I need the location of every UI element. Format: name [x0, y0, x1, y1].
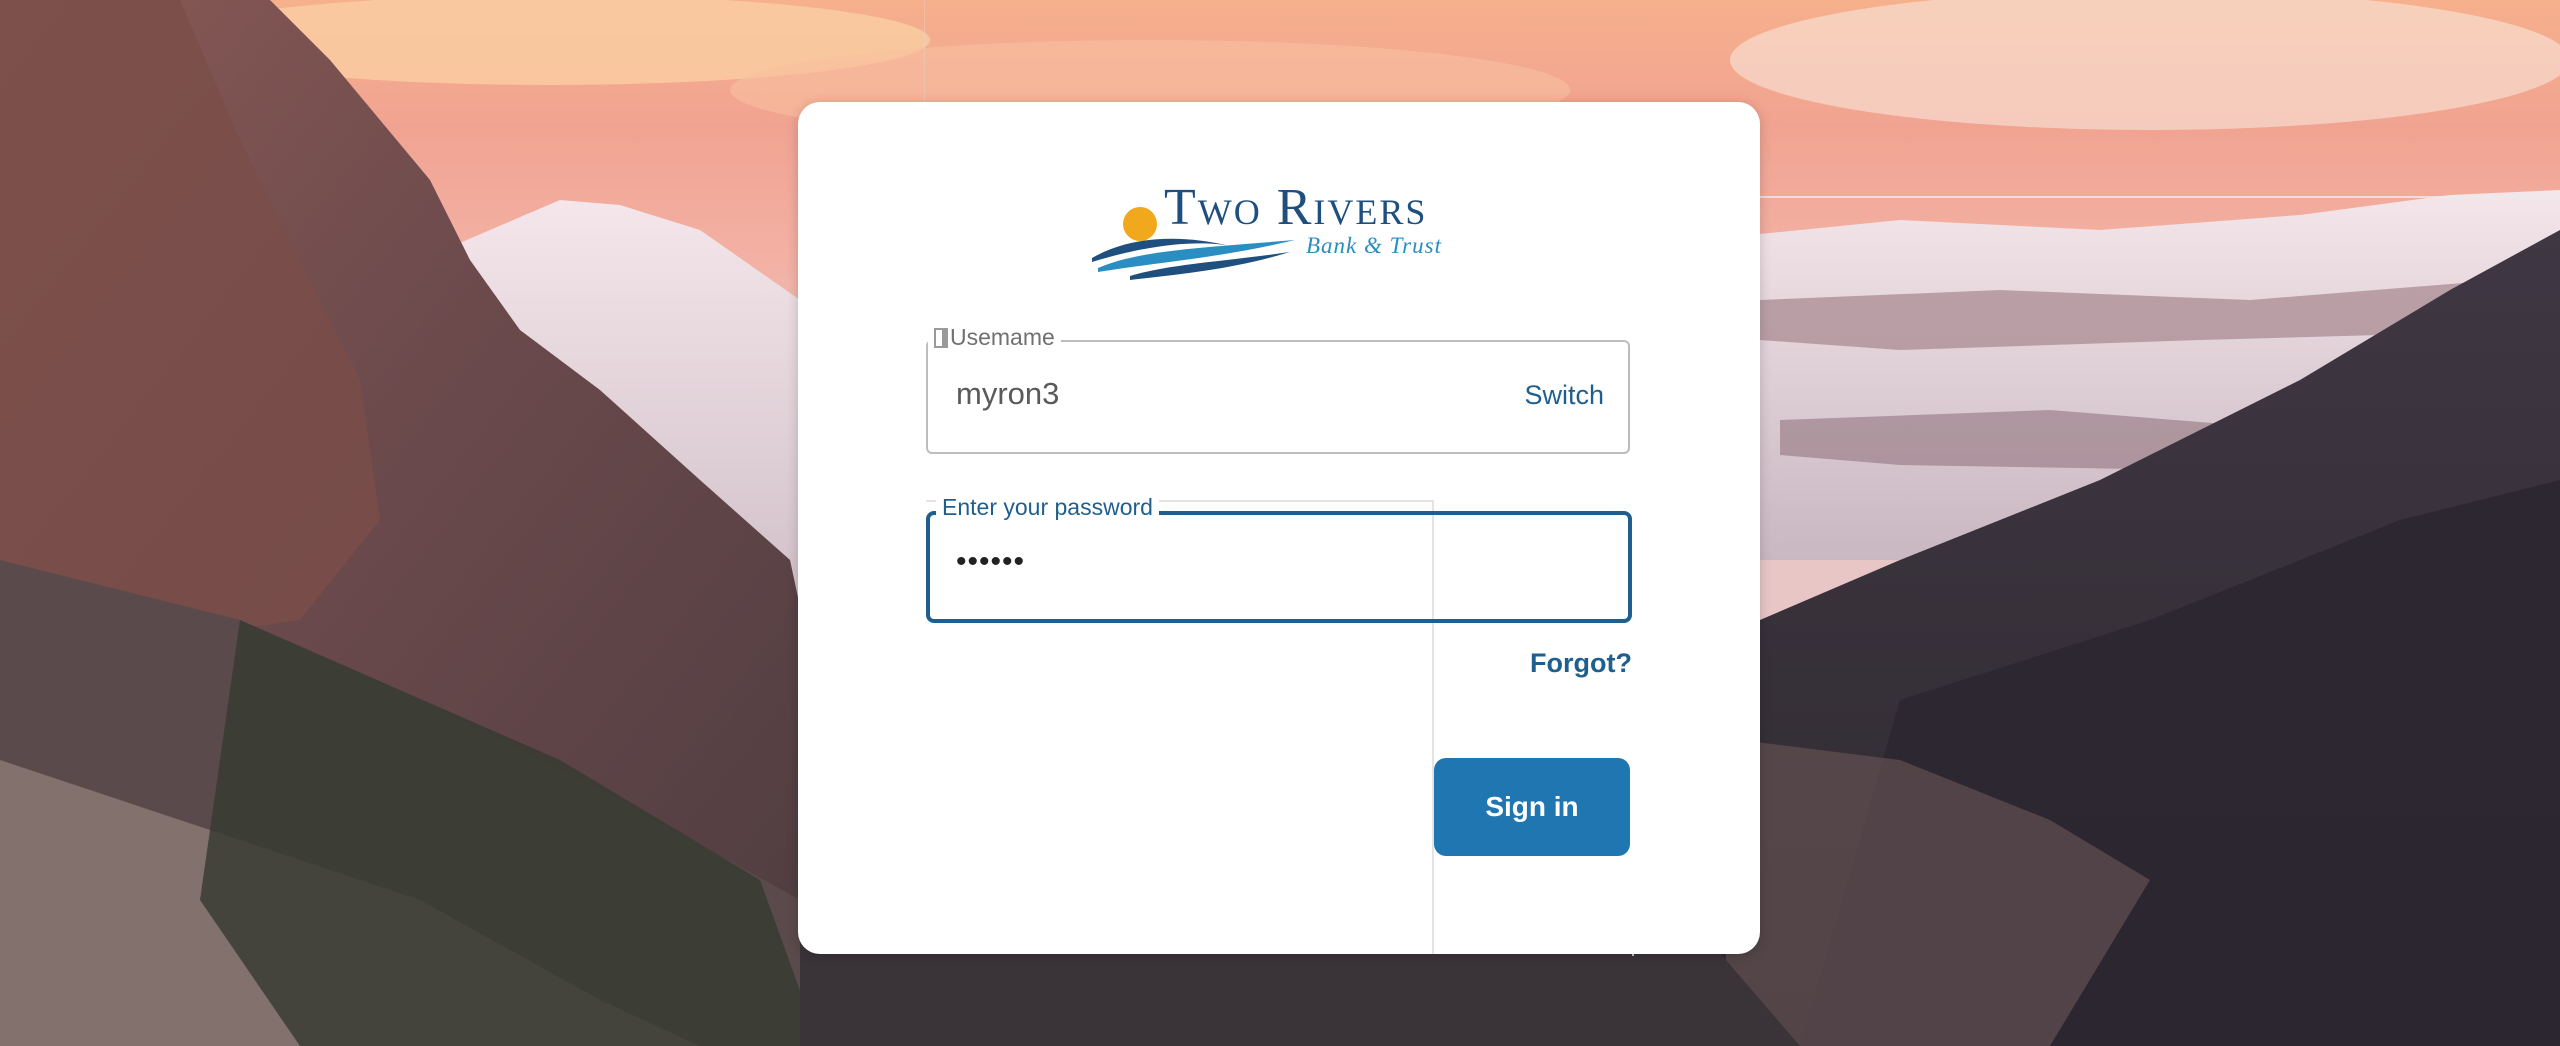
password-label: Enter your password [936, 494, 1159, 521]
forgot-password-link[interactable]: Forgot? [1530, 648, 1632, 679]
sign-in-button[interactable]: Sign in [1434, 758, 1630, 856]
switch-user-link[interactable]: Switch [1524, 380, 1604, 411]
username-label: Usemame [928, 324, 1061, 351]
logo-subtitle: Bank & Trust [1306, 233, 1442, 258]
password-value[interactable]: •••••• [956, 545, 1025, 579]
username-field[interactable]: Usemame myron3 Switch [926, 324, 1630, 454]
bank-logo: Two Rivers Bank & Trust [1090, 178, 1500, 280]
password-field[interactable]: Enter your password •••••• [926, 494, 1632, 623]
label-marker-icon [934, 328, 948, 348]
logo-title: Two Rivers [1164, 179, 1428, 236]
username-value: myron3 [956, 376, 1060, 411]
render-seam-top [1634, 196, 2560, 198]
username-label-text: Usemame [950, 324, 1055, 350]
